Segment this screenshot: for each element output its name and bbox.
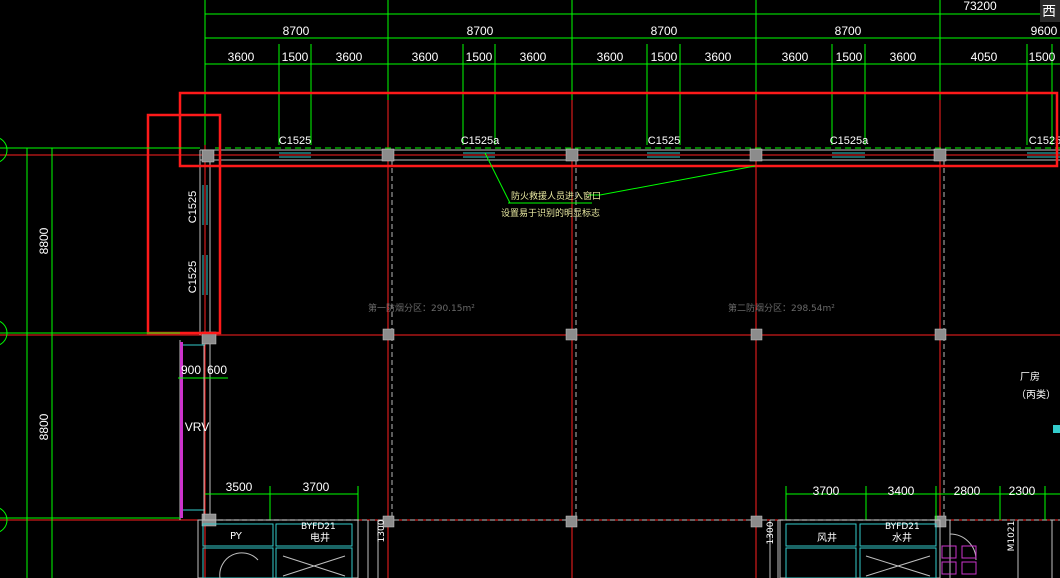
zone-2-label: 第二防烟分区：298.54m² (728, 302, 835, 314)
window-tag-side-1: C1525 (187, 191, 199, 223)
dim-bottom-left-2: 3700 (303, 480, 330, 494)
top-dimension-texts: 73200 8700 8700 8700 8700 9600 3600 1500… (228, 0, 1058, 64)
dim-left-1: 8800 (37, 227, 51, 254)
dim-bottom-right-2: 3400 (888, 484, 915, 498)
dim-sub-4: 3600 (412, 50, 439, 64)
vtag-m1021: M1021 (1007, 521, 1017, 552)
door-left-tag: BYFD21 (301, 522, 336, 532)
dim-bay-1: 8700 (283, 24, 310, 38)
edge-marker (1053, 425, 1060, 433)
note-line-1: 防火救援人员进入窗口 (511, 190, 601, 202)
dim-sub-9: 3600 (705, 50, 732, 64)
zone-1-label: 第一防烟分区：290.15m² (368, 302, 475, 314)
door-right-tag: BYFD21 (885, 522, 920, 532)
shaft-left-label: 电井 (310, 531, 330, 544)
dim-left-2: 8800 (37, 413, 51, 440)
dim-sub-3: 3600 (336, 50, 363, 64)
dim-sub-5: 1500 (466, 50, 493, 64)
smoke-zones: 第一防烟分区：290.15m² 第二防烟分区：298.54m² (368, 302, 835, 314)
dim-bay-4: 8700 (835, 24, 862, 38)
dim-sub-6: 3600 (520, 50, 547, 64)
window-tag-side-2: C1525 (187, 261, 199, 293)
vtag-1300-left: 1300 (377, 519, 387, 542)
dim-bay-3: 8700 (651, 24, 678, 38)
plant-name: 厂房 (1020, 370, 1040, 383)
dim-bay-5: 9600 (1031, 24, 1058, 38)
dim-bottom-right-1: 3700 (813, 484, 840, 498)
cad-drawing: 73200 8700 8700 8700 8700 9600 3600 1500… (0, 0, 1060, 578)
left-dimension-texts: 8800 8800 (37, 227, 51, 440)
window-tags-top: C1525 C1525a C1525 C1525a C1525 (279, 135, 1060, 147)
dim-sub-1: 3600 (228, 50, 255, 64)
window-tag-1: C1525 (279, 135, 311, 147)
dim-bottom-left-1: 3500 (226, 480, 253, 494)
window-strips (202, 152, 1060, 295)
dim-sub-12: 3600 (890, 50, 917, 64)
shaft-right-a-label: 风井 (817, 531, 837, 544)
plant-label: 厂房 （丙类） (1016, 370, 1056, 401)
bottom-dimension-texts: 3500 3700 3700 3400 2800 2300 (226, 480, 1036, 498)
left-dimension-lines (0, 137, 200, 578)
window-tag-2: C1525a (461, 135, 500, 147)
window-tags-side: C1525 C1525 (187, 191, 199, 293)
dim-sub-8: 1500 (651, 50, 678, 64)
vrv-label: VRV (185, 420, 209, 434)
plant-class: （丙类） (1016, 388, 1056, 401)
dim-sub-14: 1500 (1029, 50, 1056, 64)
dim-sub-2: 1500 (282, 50, 309, 64)
bottom-dimension-lines (205, 486, 1060, 520)
room-py: PY (230, 531, 243, 542)
columns (201, 148, 947, 528)
shaft-right-b-label: 水井 (892, 531, 912, 544)
top-dimension-lines (204, 0, 1060, 145)
vtag-1300-right: 1300 (766, 521, 776, 544)
beam-lines (210, 160, 1060, 521)
dim-bay-2: 8700 (467, 24, 494, 38)
dim-sub-13: 4050 (971, 50, 998, 64)
dim-bottom-right-4: 2300 (1009, 484, 1036, 498)
note: 防火救援人员进入窗口 设置易于识别的明显标志 (501, 190, 601, 219)
dim-bottom-right-3: 2800 (954, 484, 981, 498)
dim-total: 73200 (963, 0, 997, 13)
highlight-boxes (146, 91, 1059, 335)
vrv-dim-1: 900 (181, 363, 201, 377)
corner-label: 西 (1042, 4, 1056, 20)
window-tag-3: C1525 (648, 135, 680, 147)
dim-sub-11: 1500 (836, 50, 863, 64)
dim-sub-10: 3600 (782, 50, 809, 64)
note-line-2: 设置易于识别的明显标志 (501, 207, 600, 219)
window-tag-5: C1525 (1029, 135, 1060, 147)
dim-sub-7: 3600 (597, 50, 624, 64)
vrv-dim-2: 600 (207, 363, 227, 377)
window-tag-4: C1525a (830, 135, 869, 147)
